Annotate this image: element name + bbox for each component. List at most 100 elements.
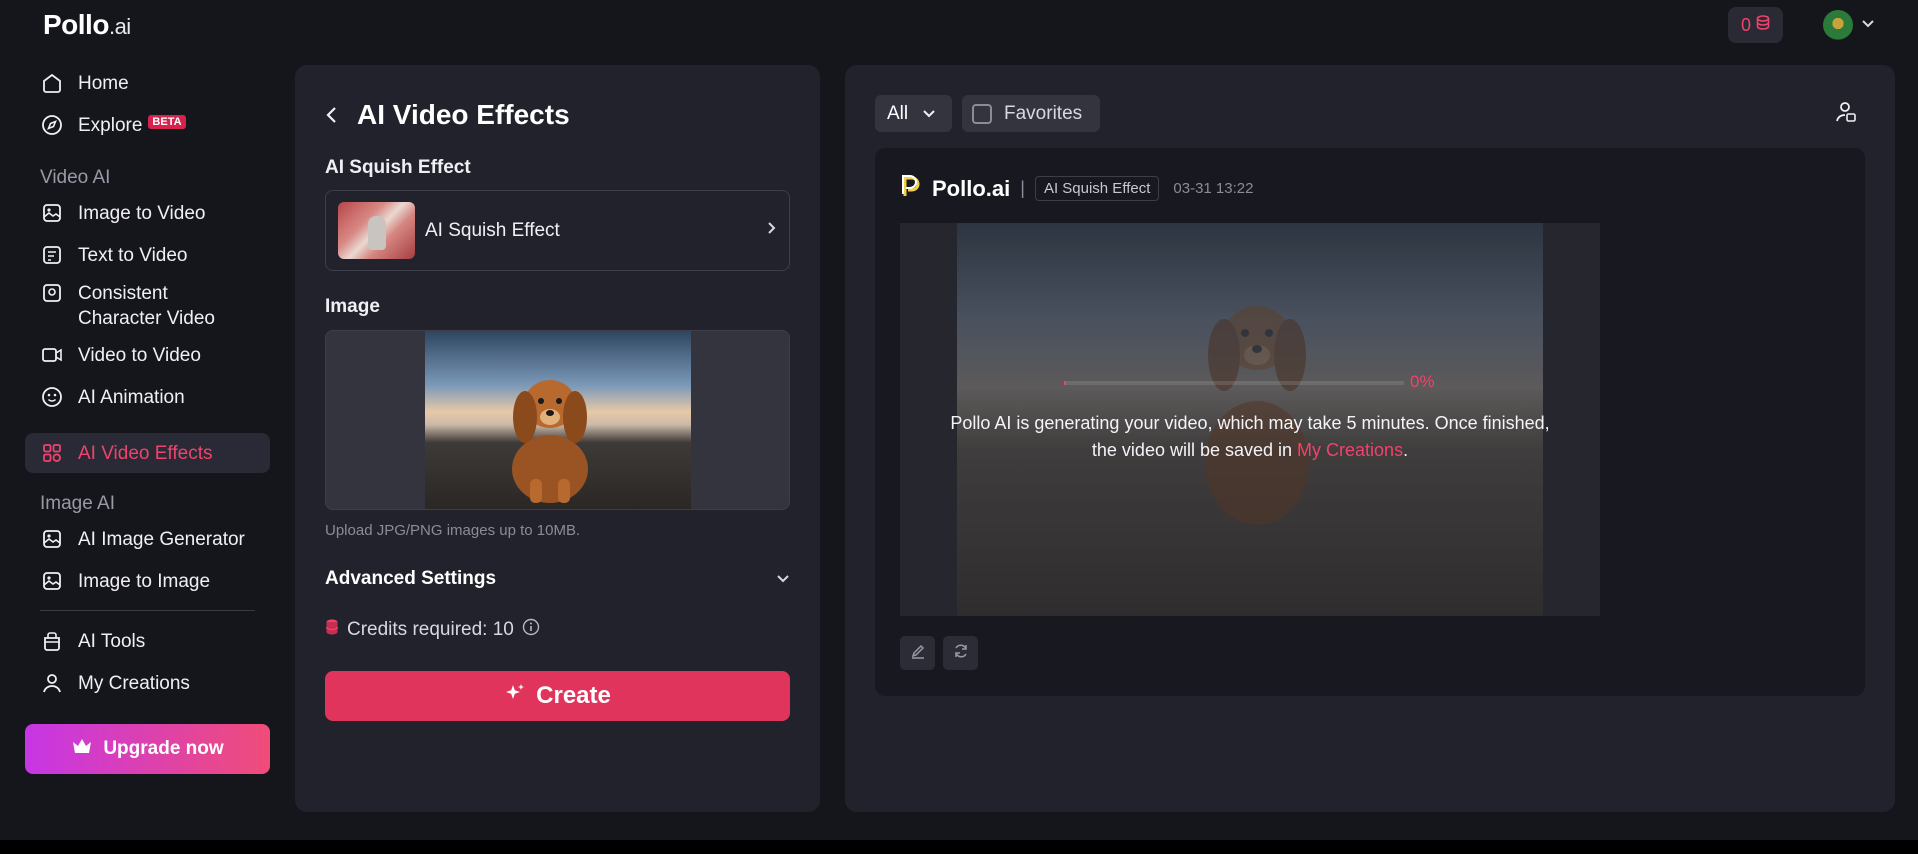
sidebar-item-label: AI Image Generator: [78, 529, 245, 550]
video-camera-icon: [40, 343, 64, 367]
card-timestamp: 03-31 13:22: [1173, 180, 1254, 197]
text-document-icon: [40, 243, 64, 267]
edit-button[interactable]: [900, 636, 935, 670]
credit-count: 0: [1740, 14, 1751, 35]
sidebar-item-label: Explore BETA: [78, 113, 186, 141]
sidebar: Home Explore BETA Video AI Image to Video…: [0, 54, 290, 854]
character-frame-icon: [40, 281, 64, 305]
sidebar-item-image-to-video[interactable]: Image to Video: [25, 201, 270, 226]
advanced-settings-toggle[interactable]: Advanced Settings: [325, 568, 790, 590]
sidebar-item-image-to-image[interactable]: Image to Image: [25, 569, 270, 594]
sidebar-item-label: Image to Image: [78, 571, 211, 592]
sidebar-item-video-to-video[interactable]: Video to Video: [25, 343, 270, 368]
sidebar-item-ai-image-generator[interactable]: AI Image Generator: [25, 527, 270, 552]
message-end: .: [1403, 440, 1409, 460]
sidebar-item-explore[interactable]: Explore BETA: [25, 113, 270, 141]
image-label: Image: [325, 296, 380, 317]
image-generator-icon: [40, 527, 64, 551]
credit-balance-button[interactable]: 0: [1728, 7, 1783, 43]
create-label: Create: [536, 682, 611, 709]
create-button[interactable]: Create: [325, 671, 790, 721]
uploaded-dog-image: [425, 331, 691, 509]
favorites-checkbox[interactable]: [972, 103, 992, 124]
progress-percent: 0%: [1410, 372, 1435, 391]
favorites-label: Favorites: [1004, 102, 1083, 124]
filter-value: All: [887, 102, 909, 124]
refresh-icon: [953, 643, 969, 664]
upgrade-button[interactable]: Upgrade now: [25, 724, 270, 774]
beta-badge: BETA: [148, 115, 186, 129]
chevron-down-icon: [1861, 16, 1875, 34]
info-icon[interactable]: [522, 618, 540, 642]
sidebar-item-my-creations[interactable]: My Creations: [25, 671, 270, 696]
avatar[interactable]: [1823, 10, 1853, 40]
generation-form-panel: AI Video Effects AI Squish Effect AI Squ…: [295, 65, 820, 812]
animation-face-icon: [40, 385, 64, 409]
chevron-down-icon: [776, 568, 790, 590]
chevron-right-icon: [767, 221, 777, 240]
sidebar-item-ai-video-effects[interactable]: AI Video Effects: [25, 433, 270, 473]
effect-tag: AI Squish Effect: [1034, 176, 1160, 201]
credits-required: Credits required: 10: [325, 618, 540, 642]
pollo-logo[interactable]: Pollo.ai: [43, 9, 131, 41]
form-header: AI Video Effects: [325, 99, 570, 131]
regenerate-button[interactable]: [943, 636, 978, 670]
my-creations-link[interactable]: My Creations: [1297, 440, 1403, 460]
section-label-video-ai: Video AI: [40, 167, 111, 188]
sidebar-item-home[interactable]: Home: [25, 71, 270, 96]
sidebar-item-label: AI Tools: [78, 631, 146, 652]
card-brand: Pollo.ai: [932, 175, 1011, 201]
effects-grid-icon: [40, 441, 64, 465]
credits-text: Credits required: 10: [347, 619, 514, 640]
image-video-icon: [40, 201, 64, 225]
sidebar-item-label: Text to Video: [78, 245, 188, 266]
sidebar-item-label: Image to Video: [78, 203, 206, 224]
filter-dropdown[interactable]: All: [875, 95, 952, 132]
sidebar-item-label: AI Video Effects: [78, 442, 213, 464]
consistent-line-2: Character Video: [78, 308, 215, 329]
video-preview: 0% Pollo AI is generating your video, wh…: [900, 223, 1600, 616]
image-upload-area[interactable]: [325, 330, 790, 510]
compass-icon: [40, 113, 64, 137]
sidebar-item-label: Consistent Character Video: [78, 281, 215, 331]
effect-selector[interactable]: AI Squish Effect: [325, 190, 790, 271]
top-bar: Pollo.ai 0: [0, 0, 1918, 54]
favorites-filter[interactable]: Favorites: [962, 95, 1100, 132]
generation-message: Pollo AI is generating your video, which…: [940, 410, 1560, 464]
consistent-line-1: Consistent: [78, 283, 168, 304]
back-arrow-icon[interactable]: [325, 99, 339, 131]
advanced-settings-label: Advanced Settings: [325, 568, 497, 589]
upgrade-label: Upgrade now: [103, 738, 224, 759]
progress-fill: [1064, 381, 1066, 385]
card-header: Pollo.ai | AI Squish Effect 03-31 13:22: [900, 174, 1253, 203]
coin-stack-icon: [325, 618, 339, 642]
user-icon: [40, 671, 64, 695]
sparkle-icon: [504, 682, 526, 711]
user-settings-icon[interactable]: [1835, 100, 1857, 129]
logo-suffix: .ai: [108, 14, 131, 39]
sidebar-item-text-to-video[interactable]: Text to Video: [25, 243, 270, 268]
user-menu[interactable]: [1823, 10, 1875, 40]
image-swap-icon: [40, 569, 64, 593]
effect-label: AI Squish Effect: [325, 157, 471, 178]
effect-thumbnail: [338, 202, 415, 259]
section-label-image-ai: Image AI: [40, 493, 115, 514]
sidebar-item-label: AI Animation: [78, 387, 185, 408]
generation-card: Pollo.ai | AI Squish Effect 03-31 13:22: [875, 148, 1865, 696]
sidebar-divider: [40, 610, 255, 611]
results-panel: All Favorites Pollo.ai | AI Squish Effec…: [845, 65, 1895, 812]
card-actions: [900, 636, 978, 670]
bottom-strip: [0, 840, 1918, 854]
pencil-icon: [910, 643, 926, 664]
effect-selected-value: AI Squish Effect: [425, 219, 560, 241]
sidebar-item-ai-tools[interactable]: AI Tools: [25, 629, 270, 654]
message-text: Pollo AI is generating your video, which…: [950, 413, 1550, 460]
card-separator: |: [1020, 178, 1025, 198]
progress-bar: [1064, 381, 1404, 385]
explore-label: Explore: [78, 115, 143, 136]
sidebar-item-consistent-character-video[interactable]: Consistent Character Video: [25, 281, 270, 331]
sidebar-item-ai-animation[interactable]: AI Animation: [25, 385, 270, 410]
home-icon: [40, 71, 64, 95]
toolbox-icon: [40, 629, 64, 653]
page-title: AI Video Effects: [357, 99, 570, 130]
